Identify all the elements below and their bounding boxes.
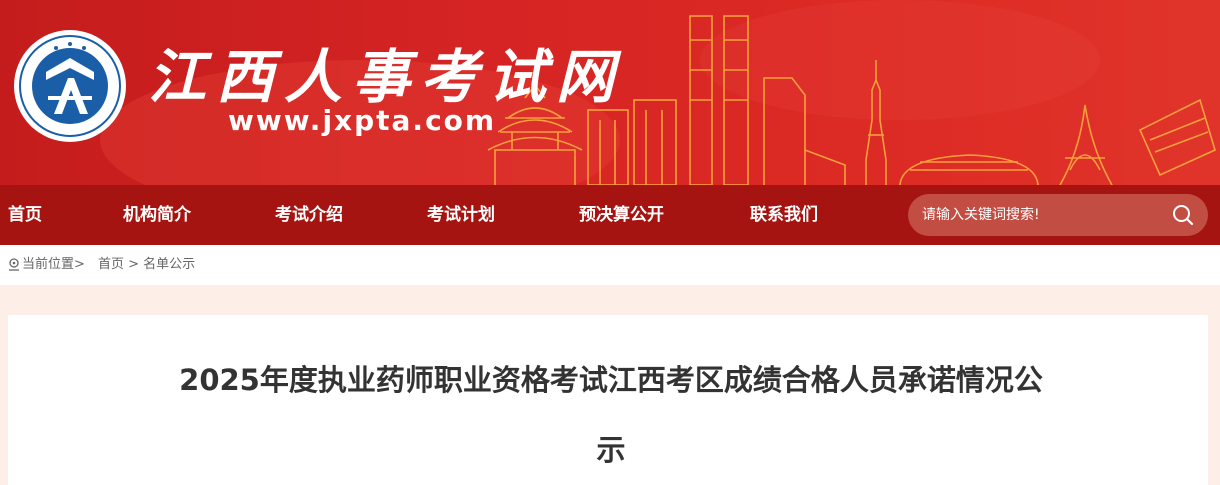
nav-item-exam-intro[interactable]: 考试介绍 xyxy=(275,185,343,245)
breadcrumb-path[interactable]: 首页 > 名单公示 xyxy=(98,245,195,285)
nav-item-exam-plan[interactable]: 考试计划 xyxy=(427,185,495,245)
nav-item-budget[interactable]: 预决算公开 xyxy=(579,185,664,245)
site-title: 江西人事考试网 xyxy=(148,43,625,111)
breadcrumb: 当前位置> 首页 > 名单公示 xyxy=(0,245,1220,285)
search-input[interactable] xyxy=(922,194,1162,236)
nav-item-about[interactable]: 机构简介 xyxy=(123,185,191,245)
article-title: 2025年度执业药师职业资格考试江西考区成绩合格人员承诺情况公示 xyxy=(179,363,1043,467)
breadcrumb-prefix: 当前位置> xyxy=(8,245,85,285)
site-url: www.jxpta.com xyxy=(228,104,497,137)
breadcrumb-prefix-text: 当前位置> xyxy=(22,257,85,272)
site-logo[interactable] xyxy=(12,28,128,144)
location-pin-icon xyxy=(9,258,19,271)
search-icon[interactable] xyxy=(1172,204,1194,226)
article-card: 2025年度执业药师职业资格考试江西考区成绩合格人员承诺情况公示 xyxy=(8,315,1208,485)
header-banner: 江西人事考试网 www.jxpta.com xyxy=(0,0,1220,185)
search-box xyxy=(908,194,1208,236)
main-nav: 首页 机构简介 考试介绍 考试计划 预决算公开 联系我们 xyxy=(0,185,1220,245)
nav-item-home[interactable]: 首页 xyxy=(8,185,42,245)
nav-item-contact[interactable]: 联系我们 xyxy=(750,185,818,245)
